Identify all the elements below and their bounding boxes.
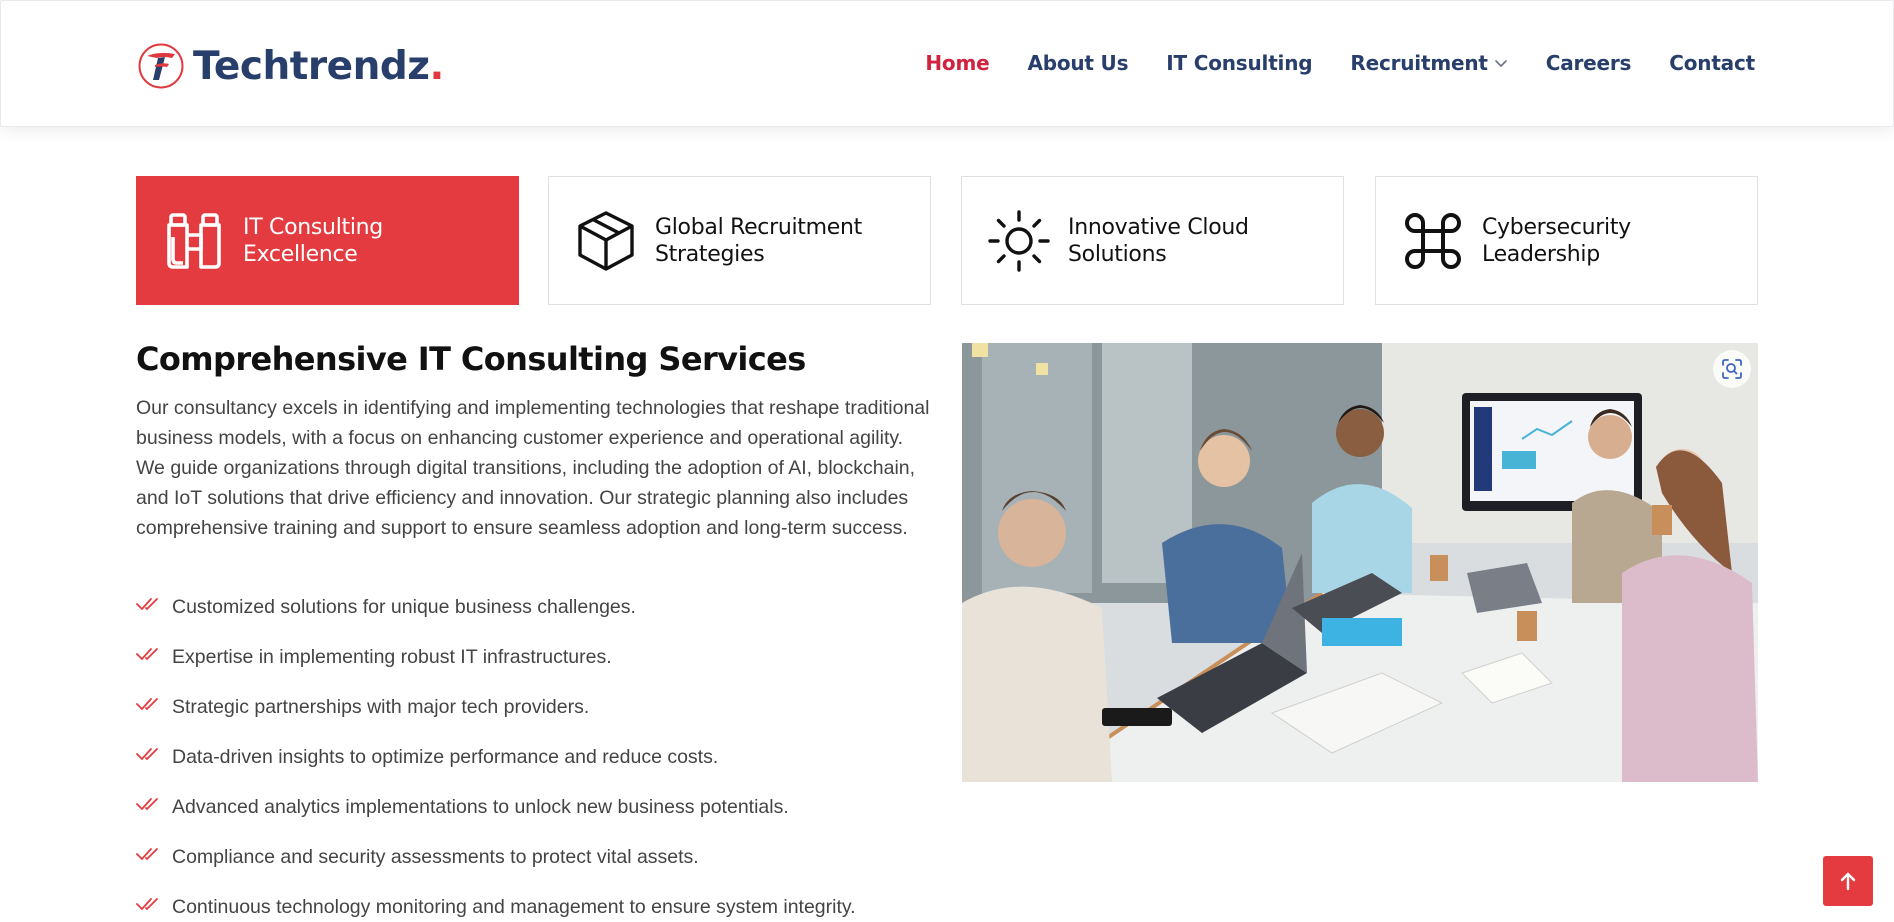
logo-mark-icon — [138, 43, 184, 89]
tab-label: IT Consulting Excellence — [243, 214, 383, 267]
command-icon — [1405, 212, 1461, 269]
list-item: Advanced analytics implementations to un… — [136, 796, 856, 846]
brand-logo[interactable]: Techtrendz. — [137, 41, 444, 91]
list-item: Strategic partnerships with major tech p… — [136, 696, 856, 746]
list-item-text: Strategic partnerships with major tech p… — [172, 696, 590, 718]
double-check-icon — [136, 648, 158, 661]
chevron-down-icon — [1494, 60, 1507, 67]
zoom-focus-icon — [1722, 359, 1742, 379]
box-icon — [578, 210, 634, 271]
list-item-text: Compliance and security assessments to p… — [172, 846, 699, 868]
list-item-text: Expertise in implementing robust IT infr… — [172, 646, 612, 668]
double-check-icon — [136, 898, 158, 911]
back-to-top-button[interactable] — [1823, 856, 1873, 906]
tab-label: Global Recruitment Strategies — [655, 214, 862, 267]
list-item-text: Continuous technology monitoring and man… — [172, 896, 856, 918]
tab-cybersecurity[interactable]: Cybersecurity Leadership — [1375, 176, 1758, 305]
nav-recruitment[interactable]: Recruitment — [1350, 51, 1507, 75]
brand-name: Techtrendz. — [193, 43, 444, 89]
double-check-icon — [136, 698, 158, 711]
double-check-icon — [136, 598, 158, 611]
site-header: Techtrendz. Home About Us IT Consulting … — [0, 0, 1894, 127]
team-meeting-photo[interactable] — [962, 343, 1758, 782]
section-description: Our consultancy excels in identifying an… — [136, 397, 930, 539]
feature-checklist: Customized solutions for unique business… — [136, 596, 856, 922]
nav-careers[interactable]: Careers — [1546, 51, 1632, 75]
double-check-icon — [136, 748, 158, 761]
binoculars-icon — [167, 212, 221, 269]
zoom-button[interactable] — [1713, 350, 1751, 388]
tab-global-recruitment[interactable]: Global Recruitment Strategies — [548, 176, 931, 305]
list-item: Continuous technology monitoring and man… — [136, 896, 856, 922]
nav-home[interactable]: Home — [925, 51, 989, 75]
nav-contact[interactable]: Contact — [1669, 51, 1755, 75]
list-item-text: Customized solutions for unique business… — [172, 596, 636, 618]
list-item: Compliance and security assessments to p… — [136, 846, 856, 896]
tab-it-consulting-excellence[interactable]: IT Consulting Excellence — [136, 176, 519, 305]
tab-label: Cybersecurity Leadership — [1482, 214, 1631, 267]
team-meeting-illustration — [962, 343, 1758, 782]
tab-label: Innovative Cloud Solutions — [1068, 214, 1249, 267]
list-item: Expertise in implementing robust IT infr… — [136, 646, 856, 696]
list-item: Customized solutions for unique business… — [136, 596, 856, 646]
arrow-up-icon — [1840, 872, 1856, 891]
feature-tabs: IT Consulting Excellence Global Recruitme… — [136, 176, 1758, 305]
double-check-icon — [136, 848, 158, 861]
tab-innovative-cloud[interactable]: Innovative Cloud Solutions — [961, 176, 1344, 305]
section-title: Comprehensive IT Consulting Services — [136, 340, 806, 378]
double-check-icon — [136, 798, 158, 811]
list-item-text: Data-driven insights to optimize perform… — [172, 746, 719, 768]
main-nav: Home About Us IT Consulting Recruitment … — [887, 51, 1755, 75]
nav-it-consulting[interactable]: IT Consulting — [1166, 51, 1312, 75]
list-item: Data-driven insights to optimize perform… — [136, 746, 856, 796]
sun-icon — [988, 209, 1050, 272]
nav-about-us[interactable]: About Us — [1027, 51, 1128, 75]
list-item-text: Advanced analytics implementations to un… — [172, 796, 789, 818]
